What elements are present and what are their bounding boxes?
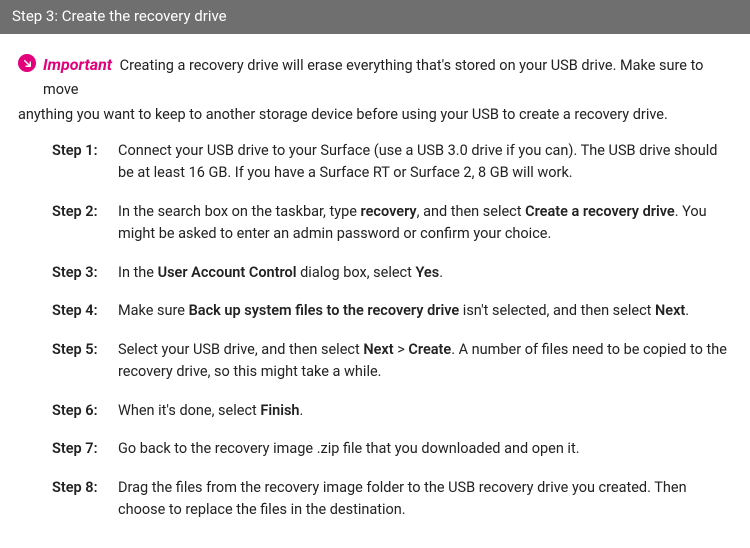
step-text: In the User Account Control dialog box, …: [118, 262, 732, 284]
text-run: >: [394, 341, 409, 358]
text-run: Select your USB drive, and then select: [118, 341, 363, 358]
text-run: Drag the files from the recovery image f…: [118, 479, 687, 518]
step-text: Drag the files from the recovery image f…: [118, 477, 732, 522]
section-title: Step 3: Create the recovery drive: [12, 7, 227, 25]
bold-term: Finish: [260, 402, 299, 419]
step-label: Step 6:: [52, 400, 118, 422]
step-row: Step 7:Go back to the recovery image .zi…: [52, 438, 732, 460]
text-run: .: [685, 302, 689, 319]
step-text: Select your USB drive, and then select N…: [118, 339, 732, 384]
important-text-line1: Creating a recovery drive will erase eve…: [43, 57, 703, 98]
step-text: Make sure Back up system files to the re…: [118, 300, 732, 322]
step-label: Step 3:: [52, 262, 118, 284]
step-row: Step 4:Make sure Back up system files to…: [52, 300, 732, 322]
important-callout: Important Creating a recovery drive will…: [18, 52, 732, 126]
step-row: Step 6:When it's done, select Finish.: [52, 400, 732, 422]
text-run: In the: [118, 264, 158, 281]
step-text: When it's done, select Finish.: [118, 400, 732, 422]
step-label: Step 1:: [52, 140, 118, 162]
step-row: Step 2:In the search box on the taskbar,…: [52, 201, 732, 246]
step-label: Step 5:: [52, 339, 118, 361]
bold-term: Next: [655, 302, 685, 319]
step-text: Connect your USB drive to your Surface (…: [118, 140, 732, 185]
important-text-line2: anything you want to keep to another sto…: [18, 103, 732, 126]
step-row: Step 3:In the User Account Control dialo…: [52, 262, 732, 284]
step-label: Step 4:: [52, 300, 118, 322]
step-label: Step 8:: [52, 477, 118, 499]
steps-list: Step 1:Connect your USB drive to your Su…: [18, 140, 732, 522]
bold-term: Back up system files to the recovery dri…: [189, 302, 460, 319]
text-run: , and then select: [417, 203, 525, 220]
step-row: Step 1:Connect your USB drive to your Su…: [52, 140, 732, 185]
content-area: Important Creating a recovery drive will…: [0, 34, 750, 548]
text-run: Make sure: [118, 302, 189, 319]
arrow-down-right-icon: [18, 54, 36, 72]
section-header: Step 3: Create the recovery drive: [0, 0, 750, 34]
text-run: When it's done, select: [118, 402, 260, 419]
text-run: isn't selected, and then select: [459, 302, 655, 319]
text-run: Connect your USB drive to your Surface (…: [118, 142, 717, 181]
bold-term: recovery: [361, 203, 417, 220]
bold-term: Create a recovery drive: [525, 203, 675, 220]
bold-term: Create: [408, 341, 451, 358]
text-run: .: [300, 402, 304, 419]
step-label: Step 7:: [52, 438, 118, 460]
text-run: In the search box on the taskbar, type: [118, 203, 361, 220]
text-run: dialog box, select: [297, 264, 416, 281]
step-row: Step 5:Select your USB drive, and then s…: [52, 339, 732, 384]
step-label: Step 2:: [52, 201, 118, 223]
important-label: Important: [43, 55, 112, 74]
step-row: Step 8:Drag the files from the recovery …: [52, 477, 732, 522]
step-text: In the search box on the taskbar, type r…: [118, 201, 732, 246]
bold-term: User Account Control: [158, 264, 297, 281]
text-run: .: [439, 264, 443, 281]
step-text: Go back to the recovery image .zip file …: [118, 438, 732, 460]
bold-term: Next: [363, 341, 393, 358]
bold-term: Yes: [415, 264, 439, 281]
text-run: Go back to the recovery image .zip file …: [118, 440, 580, 457]
